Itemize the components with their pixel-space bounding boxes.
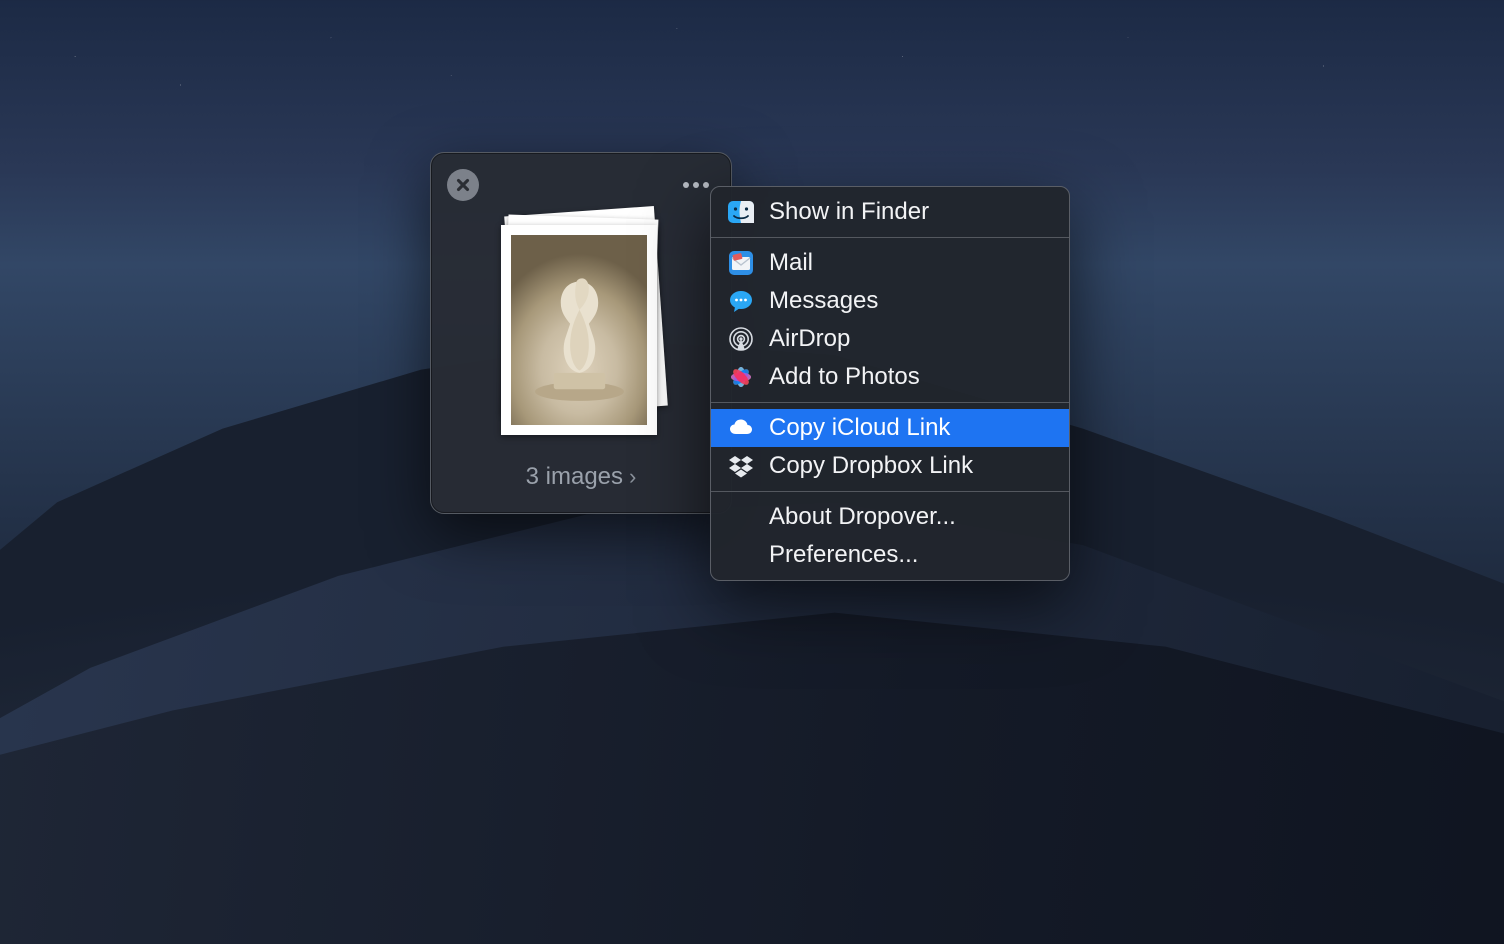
menu-item-label: Messages: [769, 287, 878, 315]
menu-item-label: AirDrop: [769, 325, 850, 353]
photos-icon: [727, 363, 755, 391]
mail-icon: [727, 249, 755, 277]
menu-item-label: Preferences...: [769, 541, 918, 569]
menu-item-messages[interactable]: Messages: [711, 282, 1069, 320]
thumbnail-stack[interactable]: [491, 211, 671, 443]
menu-item-label: Mail: [769, 249, 813, 277]
more-button[interactable]: [679, 173, 713, 197]
menu-item-airdrop[interactable]: AirDrop: [711, 320, 1069, 358]
menu-item-label: Show in Finder: [769, 198, 929, 226]
menu-separator: [711, 491, 1069, 492]
thumbnail-image: [511, 235, 647, 425]
shelf-caption[interactable]: 3 images ›: [431, 463, 731, 491]
menu-item-copy-icloud-link[interactable]: Copy iCloud Link: [711, 409, 1069, 447]
finder-icon: [727, 198, 755, 226]
context-menu: Show in Finder Mail Messages: [710, 186, 1070, 581]
menu-separator: [711, 402, 1069, 403]
menu-item-label: Copy Dropbox Link: [769, 452, 973, 480]
close-button[interactable]: [447, 169, 479, 201]
messages-icon: [727, 287, 755, 315]
close-icon: [454, 176, 472, 194]
more-icon: [703, 182, 709, 188]
menu-separator: [711, 237, 1069, 238]
menu-item-show-in-finder[interactable]: Show in Finder: [711, 193, 1069, 231]
menu-item-add-to-photos[interactable]: Add to Photos: [711, 358, 1069, 396]
chevron-right-icon: ›: [629, 464, 636, 490]
dropover-shelf: 3 images ›: [430, 152, 732, 514]
menu-item-mail[interactable]: Mail: [711, 244, 1069, 282]
cloud-icon: [727, 414, 755, 442]
airdrop-icon: [727, 325, 755, 353]
more-icon: [693, 182, 699, 188]
dropbox-icon: [727, 452, 755, 480]
menu-item-label: Add to Photos: [769, 363, 920, 391]
menu-item-copy-dropbox-link[interactable]: Copy Dropbox Link: [711, 447, 1069, 485]
more-icon: [683, 182, 689, 188]
menu-item-label: About Dropover...: [769, 503, 956, 531]
menu-item-label: Copy iCloud Link: [769, 414, 950, 442]
menu-item-preferences[interactable]: Preferences...: [711, 536, 1069, 574]
menu-item-about-dropover[interactable]: About Dropover...: [711, 498, 1069, 536]
shelf-caption-label: 3 images: [526, 463, 623, 491]
stack-sheet-front: [501, 225, 657, 435]
